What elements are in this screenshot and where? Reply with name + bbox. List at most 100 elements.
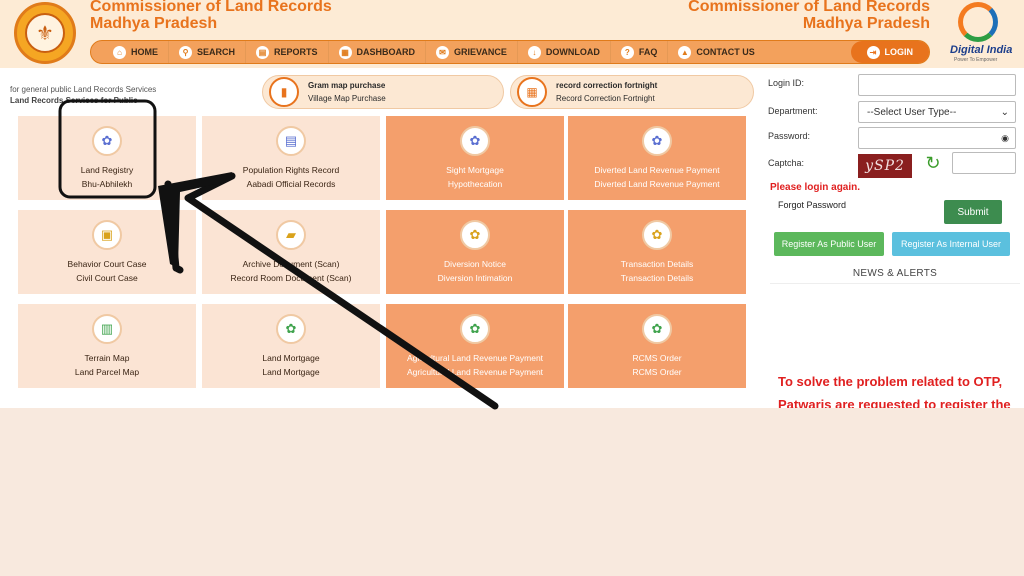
site-title-line1: Commissioner of Land Records [90, 0, 332, 15]
service-tile-title: Transaction Details [620, 259, 694, 269]
page: ⚜ Commissioner of Land Records Madhya Pr… [0, 0, 1024, 408]
service-tile[interactable]: ▣ Behavior Court Case Civil Court Case [18, 210, 196, 294]
news-alerts-heading: NEWS & ALERTS [770, 264, 1020, 284]
contact-icon: ▲ [678, 45, 692, 59]
digital-india-icon [958, 2, 998, 42]
nav-grievance-label: GRIEVANCE [454, 47, 507, 57]
captcha-input[interactable] [952, 152, 1016, 174]
news-line-2: Patwaris are requested to register the [778, 397, 1011, 408]
service-tile[interactable]: ▰ Archive Document (Scan) Record Room Docu… [202, 210, 380, 294]
service-tile[interactable]: ✿ RCMS Order RCMS Order [568, 304, 746, 388]
service-tile[interactable]: ✿ Agricultural Land Revenue Payment Agricu… [386, 304, 564, 388]
password-label: Password: [768, 131, 811, 141]
nav-login-button[interactable]: ⇥ LOGIN [850, 41, 929, 63]
record-correction-button[interactable]: ▦ record correction fortnight Record Cor… [510, 75, 754, 109]
nav-download[interactable]: ↓ DOWNLOAD [518, 41, 611, 63]
nav-faq-label: FAQ [638, 47, 658, 57]
diversion-icon: ✿ [460, 220, 490, 250]
faq-icon: ? [620, 45, 634, 59]
digital-india-text: Digital India [950, 44, 1013, 56]
service-tile-subtitle: Civil Court Case [76, 273, 138, 283]
map-icon: ▥ [92, 314, 122, 344]
login-id-input[interactable] [858, 74, 1016, 96]
department-select[interactable]: --Select User Type-- ⌄ [858, 101, 1016, 123]
calendar-icon: ▦ [517, 77, 547, 107]
nav-reports-label: REPORTS [274, 47, 318, 57]
service-tile-subtitle: Diversion Intimation [437, 273, 513, 283]
service-tile[interactable]: ✿ Diversion Notice Diversion Intimation [386, 210, 564, 294]
mortgage-icon: ✿ [460, 126, 490, 156]
report-icon: ▤ [256, 45, 270, 59]
service-tile-title: Land Registry [80, 165, 134, 175]
village-map-title: Gram map purchase [308, 81, 386, 90]
forgot-password-link[interactable]: Forgot Password [778, 200, 846, 210]
site-title-right-line1: Commissioner of Land Records [688, 0, 930, 15]
main-nav: ⌂ HOME ⚲ SEARCH ▤ REPORTS ▦ DASHBOARD ✉ GRIEV… [90, 40, 930, 64]
login-icon: ⇥ [866, 45, 880, 59]
service-tile-title: Land Mortgage [262, 353, 320, 363]
department-label: Department: [768, 106, 818, 116]
download-icon: ↓ [527, 45, 541, 59]
digital-india-tagline: Power To Empower [954, 57, 998, 63]
population-record-icon: ▤ [276, 126, 306, 156]
service-tile-subtitle: Record Room Document (Scan) [230, 273, 352, 283]
service-tile[interactable]: ✿ Land Mortgage Land Mortgage [202, 304, 380, 388]
service-tile-subtitle: Bhu-Abhilekh [81, 179, 133, 189]
service-tile-subtitle: RCMS Order [632, 367, 682, 377]
service-tile-title: Sight Mortgage [446, 165, 504, 175]
service-tile-title: RCMS Order [632, 353, 682, 363]
department-select-value: --Select User Type-- [867, 106, 957, 118]
captcha-image: ySP2 [858, 154, 912, 178]
nav-faq[interactable]: ? FAQ [611, 41, 669, 63]
service-tile-subtitle: Land Mortgage [262, 367, 320, 377]
submit-button[interactable]: Submit [944, 200, 1002, 224]
service-tile[interactable]: ✿ Transaction Details Transaction Details [568, 210, 746, 294]
nav-home[interactable]: ⌂ HOME [103, 41, 169, 63]
service-tile[interactable]: ▥ Terrain Map Land Parcel Map [18, 304, 196, 388]
eye-icon[interactable]: ◉ [1001, 133, 1009, 144]
register-internal-user-button[interactable]: Register As Internal User [892, 232, 1010, 256]
site-title-right: Commissioner of Land Records Madhya Prad… [688, 0, 930, 32]
public-services-line2: Land Records Services for Public [10, 96, 138, 105]
login-error-message: Please login again. [770, 182, 861, 193]
nav-search[interactable]: ⚲ SEARCH [169, 41, 247, 63]
nav-reports[interactable]: ▤ REPORTS [246, 41, 329, 63]
service-tile-title: Archive Document (Scan) [242, 259, 340, 269]
service-tile[interactable]: ✿ Diverted Land Revenue Payment Diverted L… [568, 116, 746, 200]
nav-grievance[interactable]: ✉ GRIEVANCE [426, 41, 518, 63]
site-title-right-line2: Madhya Pradesh [802, 15, 930, 32]
nav-contact-label: CONTACT US [696, 47, 755, 57]
mp-emblem-logo[interactable]: ⚜ [14, 2, 76, 64]
service-tile-title: Agricultural Land Revenue Payment [406, 353, 544, 363]
service-tile-subtitle: Aabadi Official Records [246, 179, 336, 189]
service-tile-title: Behavior Court Case [67, 259, 147, 269]
grievance-icon: ✉ [436, 45, 450, 59]
news-line-1: To solve the problem related to OTP, [778, 374, 1003, 389]
service-tile-subtitle: Agricultural Land Revenue Payment [406, 367, 544, 377]
service-tile-subtitle: Hypothecation [447, 179, 503, 189]
nav-dashboard[interactable]: ▦ DASHBOARD [329, 41, 427, 63]
public-services-line1: for general public Land Records Services [10, 85, 157, 94]
digital-india-logo[interactable]: Digital India Power To Empower [950, 2, 1020, 64]
service-tile-title: Terrain Map [84, 353, 130, 363]
refresh-captcha-icon[interactable]: ↻ [922, 152, 944, 174]
password-input[interactable]: ◉ [858, 127, 1016, 149]
site-header: ⚜ Commissioner of Land Records Madhya Pr… [0, 0, 1024, 68]
nav-dashboard-label: DASHBOARD [356, 47, 416, 57]
chevron-down-icon: ⌄ [1000, 106, 1009, 118]
dashboard-icon: ▦ [338, 45, 352, 59]
home-icon: ⌂ [113, 45, 126, 59]
service-tile[interactable]: ✿ Land Registry Bhu-Abhilekh [18, 116, 196, 200]
nav-contact[interactable]: ▲ CONTACT US [668, 41, 764, 63]
login-id-label: Login ID: [768, 78, 805, 88]
transaction-icon: ✿ [642, 220, 672, 250]
rcms-icon: ✿ [642, 314, 672, 344]
village-map-purchase-button[interactable]: ▮ Gram map purchase Village Map Purchase [262, 75, 504, 109]
register-public-user-button[interactable]: Register As Public User [774, 232, 884, 256]
service-tile-subtitle: Land Parcel Map [74, 367, 140, 377]
service-tile[interactable]: ✿ Sight Mortgage Hypothecation [386, 116, 564, 200]
service-tile-title: Diverted Land Revenue Payment [594, 165, 720, 175]
nav-login-label: LOGIN [884, 47, 914, 57]
service-tile[interactable]: ▤ Population Rights Record Aabadi Official… [202, 116, 380, 200]
service-tile-title: Diversion Notice [444, 259, 506, 269]
